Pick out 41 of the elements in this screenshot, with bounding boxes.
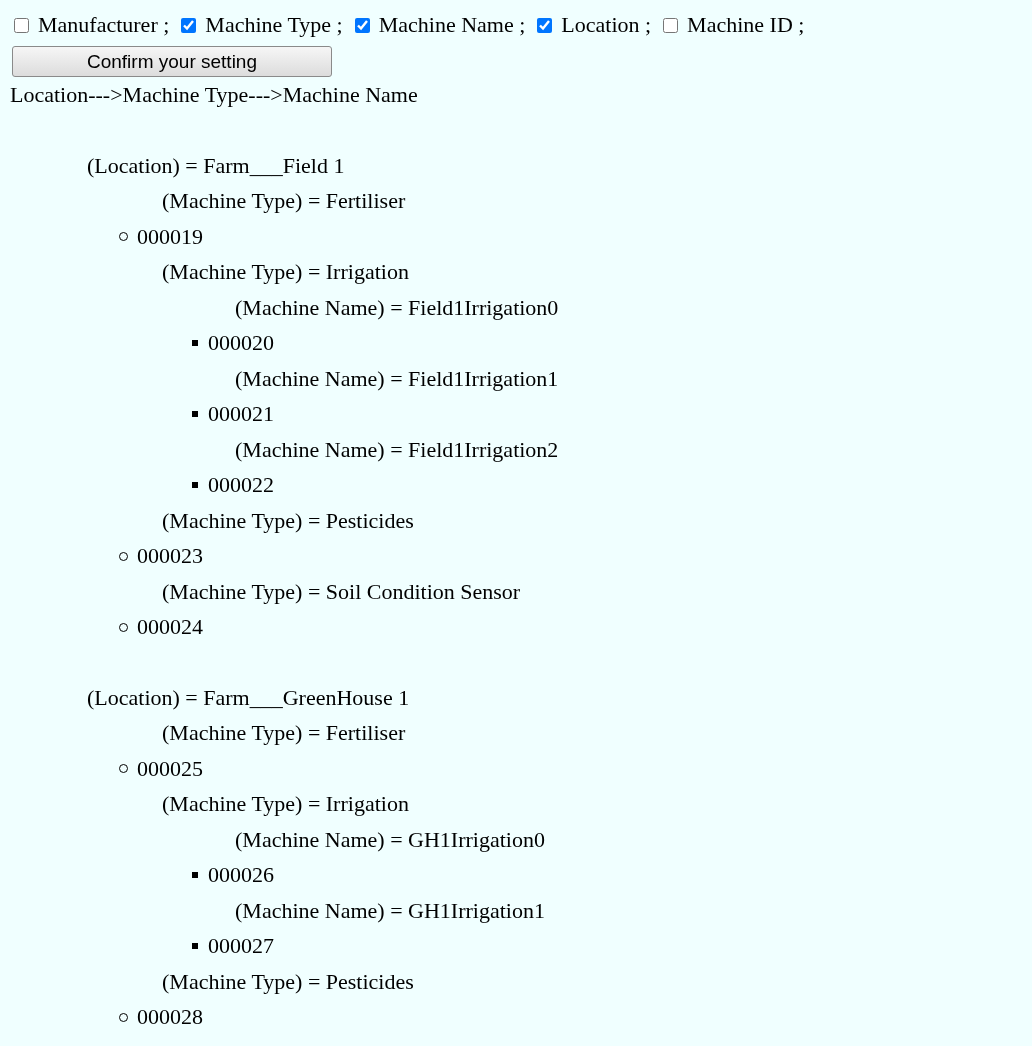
tree-group-label: (Machine Name) = Field1Irrigation0 <box>235 294 559 321</box>
field-checkbox[interactable] <box>181 17 197 33</box>
tree-group-label: (Machine Name) = GH1Irrigation0 <box>235 826 545 853</box>
bullet-icon <box>192 482 198 489</box>
tree-group-label: (Machine Type) = Fertiliser <box>162 720 406 747</box>
field-label: Machine Name ; <box>378 12 526 38</box>
machine-id: 000021 <box>208 401 274 428</box>
tree-group-label: (Machine Type) = Irrigation <box>162 259 409 286</box>
bullet-icon <box>192 872 198 879</box>
tree-group-label: (Machine Type) = Pesticides <box>162 968 414 995</box>
machine-id: 000020 <box>208 330 274 357</box>
machine-id: 000025 <box>137 755 203 782</box>
tree-group-label: (Machine Type) = Soil Condition Sensor <box>162 578 521 605</box>
field-label: Location ; <box>561 12 652 38</box>
machine-id: 000027 <box>208 933 274 960</box>
field-checkbox[interactable] <box>354 17 370 33</box>
tree-group-label: (Machine Type) = Pesticides <box>162 507 414 534</box>
field-label: Machine Type ; <box>205 12 343 38</box>
machine-id: 000023 <box>137 543 203 570</box>
grouping-path: Location--->Machine Type--->Machine Name <box>10 81 419 109</box>
tree-group-label: (Machine Type) = Irrigation <box>162 791 409 818</box>
machine-id: 000024 <box>137 614 203 641</box>
tree-group-label: (Machine Name) = Field1Irrigation2 <box>235 436 559 463</box>
tree-group-label: (Machine Type) = Fertiliser <box>162 188 406 215</box>
machine-id: 000022 <box>208 472 274 499</box>
bullet-icon <box>192 340 198 347</box>
bullet-icon <box>192 943 198 950</box>
tree-group-label: (Machine Name) = Field1Irrigation1 <box>235 365 559 392</box>
tree-group-label: (Machine Name) = GH1Irrigation1 <box>235 897 545 924</box>
machine-id: 000028 <box>137 1004 203 1031</box>
tree-group-label: (Location) = Farm___Field 1 <box>87 152 345 179</box>
field-checkbox[interactable] <box>537 17 553 33</box>
field-label: Manufacturer ; <box>38 12 170 38</box>
field-checkbox[interactable] <box>14 17 29 33</box>
tree-group-label: (Location) = Farm___GreenHouse 1 <box>87 684 410 711</box>
field-label: Machine ID ; <box>687 12 805 38</box>
machine-id: 000019 <box>137 223 203 250</box>
confirm-button[interactable]: Confirm your setting <box>12 46 332 77</box>
bullet-icon <box>192 411 198 418</box>
field-checkbox[interactable] <box>663 17 679 33</box>
machine-id: 000026 <box>208 862 274 889</box>
